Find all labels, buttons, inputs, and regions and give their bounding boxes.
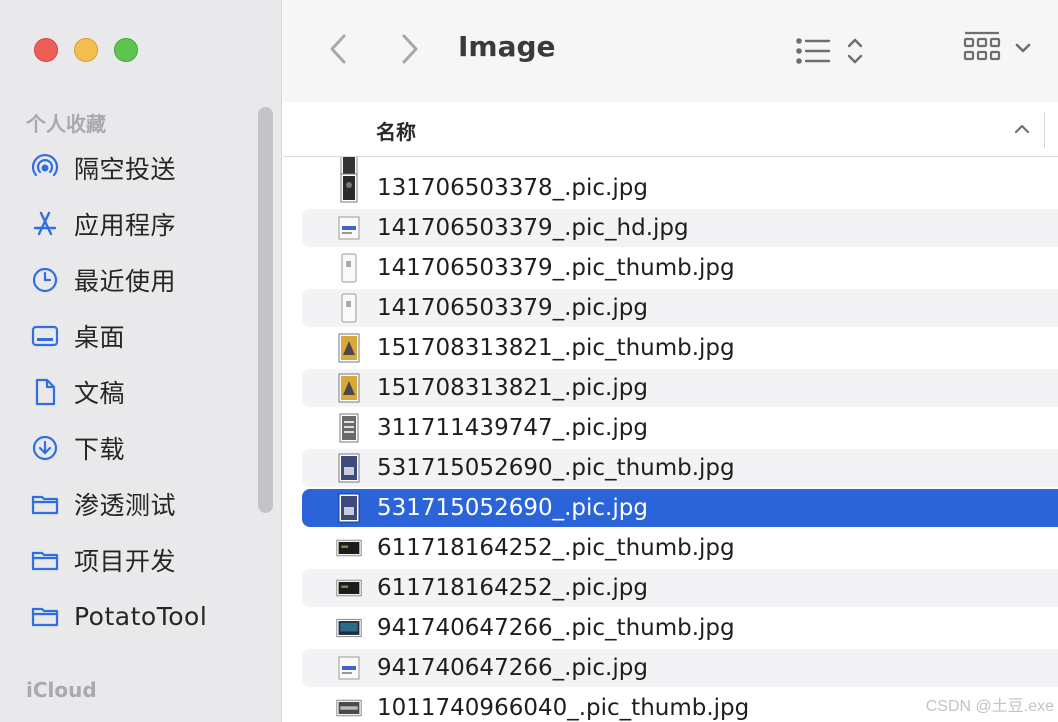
name-column-header[interactable]: 名称 — [376, 116, 416, 145]
sidebar-item-label: 渗透测试 — [74, 491, 177, 520]
file-name: 141706503379_.pic_thumb.jpg — [377, 255, 735, 281]
column-divider — [1044, 112, 1045, 148]
file-row[interactable]: 141706503379_.pic_hd.jpg — [302, 209, 1058, 247]
image-thumbnail — [336, 252, 362, 284]
sidebar-item-label: PotatoTool — [74, 601, 208, 631]
sidebar-item-folder-projects[interactable]: 项目开发 — [28, 540, 258, 580]
close-window-button[interactable] — [34, 38, 58, 62]
file-name: 611718164252_.pic_thumb.jpg — [377, 535, 735, 561]
sidebar: 个人收藏 隔空投送 应用程序 最近使用 桌面 文稿 下载 渗透测试 项目开发 P… — [0, 0, 282, 722]
clock-icon — [28, 263, 62, 297]
sidebar-item-label: 下载 — [74, 435, 126, 464]
chevron-up-icon — [1015, 125, 1029, 133]
file-name: 131706503378_.pic.jpg — [377, 175, 648, 201]
sidebar-item-folder-potatotool[interactable]: PotatoTool — [28, 596, 258, 636]
chevron-left-icon — [330, 34, 346, 64]
desktop-icon — [28, 319, 62, 353]
forward-button[interactable] — [395, 30, 425, 68]
sidebar-item-label: 项目开发 — [74, 547, 177, 576]
sidebar-item-applications[interactable]: 应用程序 — [28, 204, 258, 244]
file-row-selected[interactable]: 531715052690_.pic.jpg — [302, 489, 1058, 527]
grid-group-icon — [963, 31, 1031, 61]
chevron-right-icon — [402, 34, 418, 64]
column-header: 名称 — [283, 102, 1058, 157]
group-button[interactable] — [963, 30, 1035, 70]
file-row[interactable]: 611718164252_.pic_thumb.jpg — [302, 529, 1058, 567]
image-thumbnail — [336, 292, 362, 324]
minimize-window-button[interactable] — [74, 38, 98, 62]
icloud-section-label: iCloud — [26, 678, 97, 702]
image-thumbnail — [336, 212, 362, 244]
folder-icon — [28, 599, 62, 633]
image-thumbnail — [336, 412, 362, 444]
file-name: 941740647266_.pic_thumb.jpg — [377, 615, 735, 641]
file-row[interactable]: 151708313821_.pic_thumb.jpg — [302, 329, 1058, 367]
file-row[interactable]: 941740647266_.pic.jpg — [302, 649, 1058, 687]
watermark-text: CSDN @土豆.exe — [925, 698, 1054, 715]
file-row[interactable]: 611718164252_.pic.jpg — [302, 569, 1058, 607]
file-name: 311711439747_.pic.jpg — [377, 415, 648, 441]
image-thumbnail — [336, 652, 362, 684]
document-icon — [28, 375, 62, 409]
file-name: 531715052690_.pic.jpg — [377, 495, 648, 521]
image-thumbnail — [336, 492, 362, 524]
sidebar-item-airdrop[interactable]: 隔空投送 — [28, 148, 258, 188]
image-thumbnail — [336, 532, 362, 564]
sidebar-scrollbar[interactable] — [258, 107, 273, 513]
sidebar-item-label: 隔空投送 — [74, 155, 177, 184]
back-button[interactable] — [323, 30, 353, 68]
download-icon — [28, 431, 62, 465]
file-row[interactable]: 311711439747_.pic.jpg — [302, 409, 1058, 447]
sidebar-item-downloads[interactable]: 下载 — [28, 428, 258, 468]
image-thumbnail — [336, 332, 362, 364]
applications-icon — [28, 207, 62, 241]
favorites-section-label: 个人收藏 — [26, 112, 106, 136]
folder-icon — [28, 487, 62, 521]
file-row[interactable]: 151708313821_.pic.jpg — [302, 369, 1058, 407]
sort-direction-button[interactable] — [1014, 120, 1030, 139]
sidebar-item-documents[interactable]: 文稿 — [28, 372, 258, 412]
file-name: 141706503379_.pic_hd.jpg — [377, 215, 689, 241]
file-name: 1011740966040_.pic_thumb.jpg — [377, 695, 750, 721]
file-row[interactable]: 941740647266_.pic_thumb.jpg — [302, 609, 1058, 647]
airdrop-icon — [28, 151, 62, 185]
sidebar-item-recents[interactable]: 最近使用 — [28, 260, 258, 300]
image-thumbnail — [336, 452, 362, 484]
window-title: Image — [458, 30, 556, 63]
toolbar: Image — [283, 0, 1058, 103]
file-row[interactable]: 531715052690_.pic_thumb.jpg — [302, 449, 1058, 487]
file-name: 141706503379_.pic.jpg — [377, 295, 648, 321]
file-name: 151708313821_.pic.jpg — [377, 375, 648, 401]
sidebar-item-folder-pentest[interactable]: 渗透测试 — [28, 484, 258, 524]
sidebar-item-label: 文稿 — [74, 379, 126, 408]
zoom-window-button[interactable] — [114, 38, 138, 62]
file-name: 941740647266_.pic.jpg — [377, 655, 648, 681]
file-row[interactable]: 141706503379_.pic_thumb.jpg — [302, 249, 1058, 287]
sidebar-item-desktop[interactable]: 桌面 — [28, 316, 258, 356]
file-row[interactable]: 141706503379_.pic.jpg — [302, 289, 1058, 327]
file-row[interactable]: 131706503378_.pic.jpg — [302, 169, 1058, 207]
sidebar-item-label: 最近使用 — [74, 267, 177, 296]
file-name: 151708313821_.pic_thumb.jpg — [377, 335, 735, 361]
sidebar-item-label: 桌面 — [74, 323, 126, 352]
image-thumbnail — [336, 172, 362, 204]
image-thumbnail — [336, 572, 362, 604]
file-list: 131706503378_.pic.jpg 141706503379_.pic_… — [283, 157, 1058, 722]
image-thumbnail — [336, 372, 362, 404]
file-name: 531715052690_.pic_thumb.jpg — [377, 455, 735, 481]
image-thumbnail — [336, 612, 362, 644]
list-view-icon — [796, 38, 863, 64]
image-thumbnail — [336, 692, 362, 722]
sidebar-item-label: 应用程序 — [74, 211, 177, 240]
view-options-button[interactable] — [795, 34, 867, 68]
file-name: 611718164252_.pic.jpg — [377, 575, 648, 601]
folder-icon — [28, 543, 62, 577]
